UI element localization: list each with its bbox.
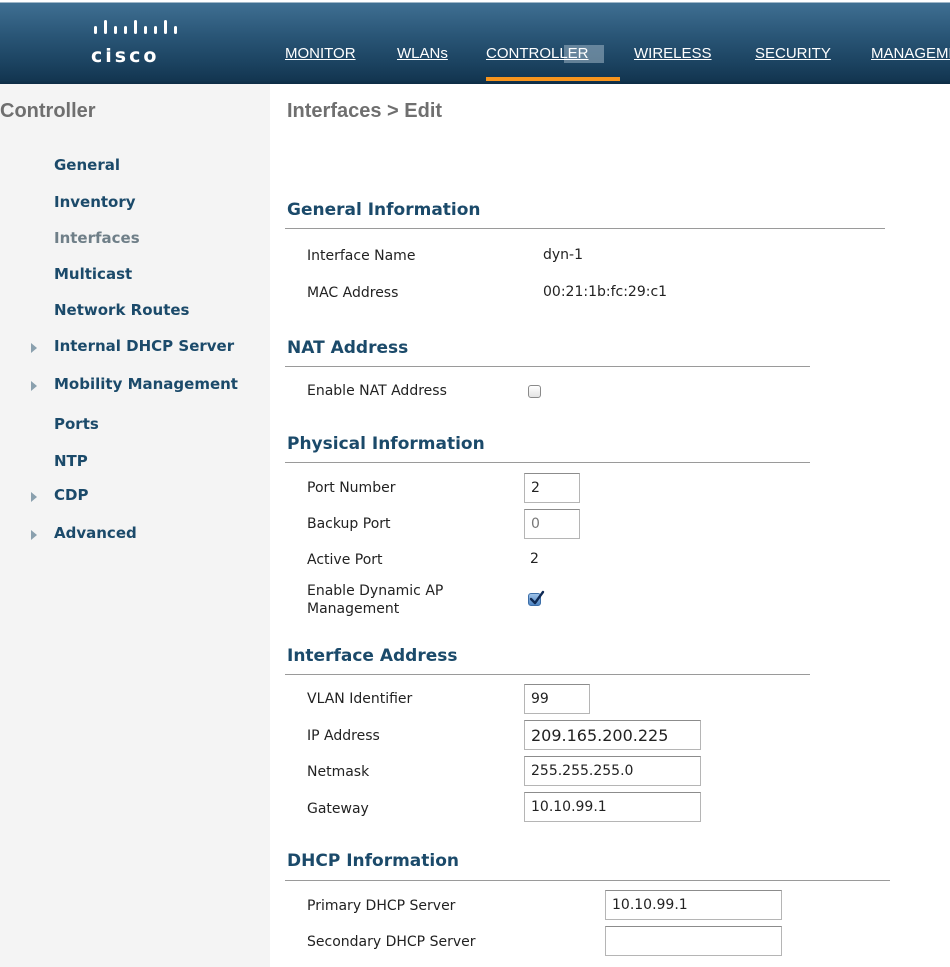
primary-dhcp-server-label: Primary DHCP Server xyxy=(307,898,456,914)
expand-arrow-icon[interactable] xyxy=(31,492,37,502)
dynamic-ap-management-label: Enable Dynamic AP Management xyxy=(307,582,443,618)
dynamic-ap-label-line2: Management xyxy=(307,601,400,617)
netmask-input[interactable] xyxy=(524,756,701,786)
sidebar-item-cdp[interactable]: CDP xyxy=(54,486,88,504)
active-port-value: 2 xyxy=(530,551,539,567)
enable-nat-label: Enable NAT Address xyxy=(307,383,447,399)
port-number-label: Port Number xyxy=(307,480,396,496)
expand-arrow-icon[interactable] xyxy=(31,343,37,353)
section-divider xyxy=(285,880,890,881)
checkmark-icon xyxy=(529,590,545,605)
interface-name-label: Interface Name xyxy=(307,248,416,264)
expand-arrow-icon[interactable] xyxy=(31,381,37,391)
sidebar-item-internal-dhcp-server[interactable]: Internal DHCP Server xyxy=(54,337,234,355)
section-title-dhcp: DHCP Information xyxy=(287,851,460,871)
mac-address-value: 00:21:1b:fc:29:c1 xyxy=(543,284,668,300)
mac-address-label: MAC Address xyxy=(307,285,399,301)
ip-address-label: IP Address xyxy=(307,728,380,744)
active-port-label: Active Port xyxy=(307,552,383,568)
top-navigation-bar: cisco MONITOR WLANs CONTROLLER WIRELESS … xyxy=(0,0,950,84)
interface-name-value: dyn-1 xyxy=(543,247,584,263)
sidebar-item-ntp[interactable]: NTP xyxy=(54,452,88,470)
nav-management[interactable]: MANAGEMENT xyxy=(871,45,950,81)
section-title-interface-address: Interface Address xyxy=(287,646,458,666)
section-divider xyxy=(285,462,810,463)
vlan-identifier-label: VLAN Identifier xyxy=(307,691,413,707)
sidebar-item-ports[interactable]: Ports xyxy=(54,415,99,433)
cisco-logo: cisco xyxy=(86,14,196,70)
port-number-input[interactable] xyxy=(524,473,580,503)
section-divider xyxy=(285,674,810,675)
enable-nat-checkbox[interactable] xyxy=(528,385,541,398)
dynamic-ap-management-checkbox[interactable] xyxy=(528,590,545,606)
primary-dhcp-server-input[interactable] xyxy=(605,890,782,920)
backup-port-label: Backup Port xyxy=(307,516,391,532)
nav-wireless[interactable]: WIRELESS xyxy=(634,45,712,81)
sidebar-item-inventory[interactable]: Inventory xyxy=(54,193,136,211)
dynamic-ap-label-line1: Enable Dynamic AP xyxy=(307,583,444,599)
gateway-label: Gateway xyxy=(307,801,369,817)
netmask-label: Netmask xyxy=(307,764,370,780)
section-title-physical: Physical Information xyxy=(287,434,485,454)
page-title: Interfaces > Edit xyxy=(287,100,443,122)
section-divider xyxy=(285,228,885,229)
ip-address-input[interactable] xyxy=(524,720,701,750)
section-divider xyxy=(285,366,810,367)
sidebar-item-multicast[interactable]: Multicast xyxy=(54,265,132,283)
vlan-identifier-input[interactable] xyxy=(524,684,590,714)
cisco-logo-text: cisco xyxy=(91,45,160,67)
sidebar-title: Controller xyxy=(0,100,96,122)
section-title-nat: NAT Address xyxy=(287,338,409,358)
sidebar-item-mobility-management[interactable]: Mobility Management xyxy=(54,375,238,393)
secondary-dhcp-server-input[interactable] xyxy=(605,926,782,956)
expand-arrow-icon[interactable] xyxy=(31,530,37,540)
sidebar-item-interfaces[interactable]: Interfaces xyxy=(54,229,140,247)
sidebar-item-advanced[interactable]: Advanced xyxy=(54,524,137,542)
nav-wlans[interactable]: WLANs xyxy=(397,45,448,81)
sidebar-item-general[interactable]: General xyxy=(54,156,120,174)
nav-controller[interactable]: CONTROLLER xyxy=(486,45,620,81)
nav-security[interactable]: SECURITY xyxy=(755,45,831,81)
backup-port-input[interactable] xyxy=(524,509,580,539)
cisco-logo-bars-icon xyxy=(94,20,177,34)
sidebar-item-network-routes[interactable]: Network Routes xyxy=(54,301,189,319)
nav-monitor[interactable]: MONITOR xyxy=(285,45,356,81)
gateway-input[interactable] xyxy=(524,792,701,822)
secondary-dhcp-server-label: Secondary DHCP Server xyxy=(307,934,476,950)
section-title-general: General Information xyxy=(287,200,481,220)
